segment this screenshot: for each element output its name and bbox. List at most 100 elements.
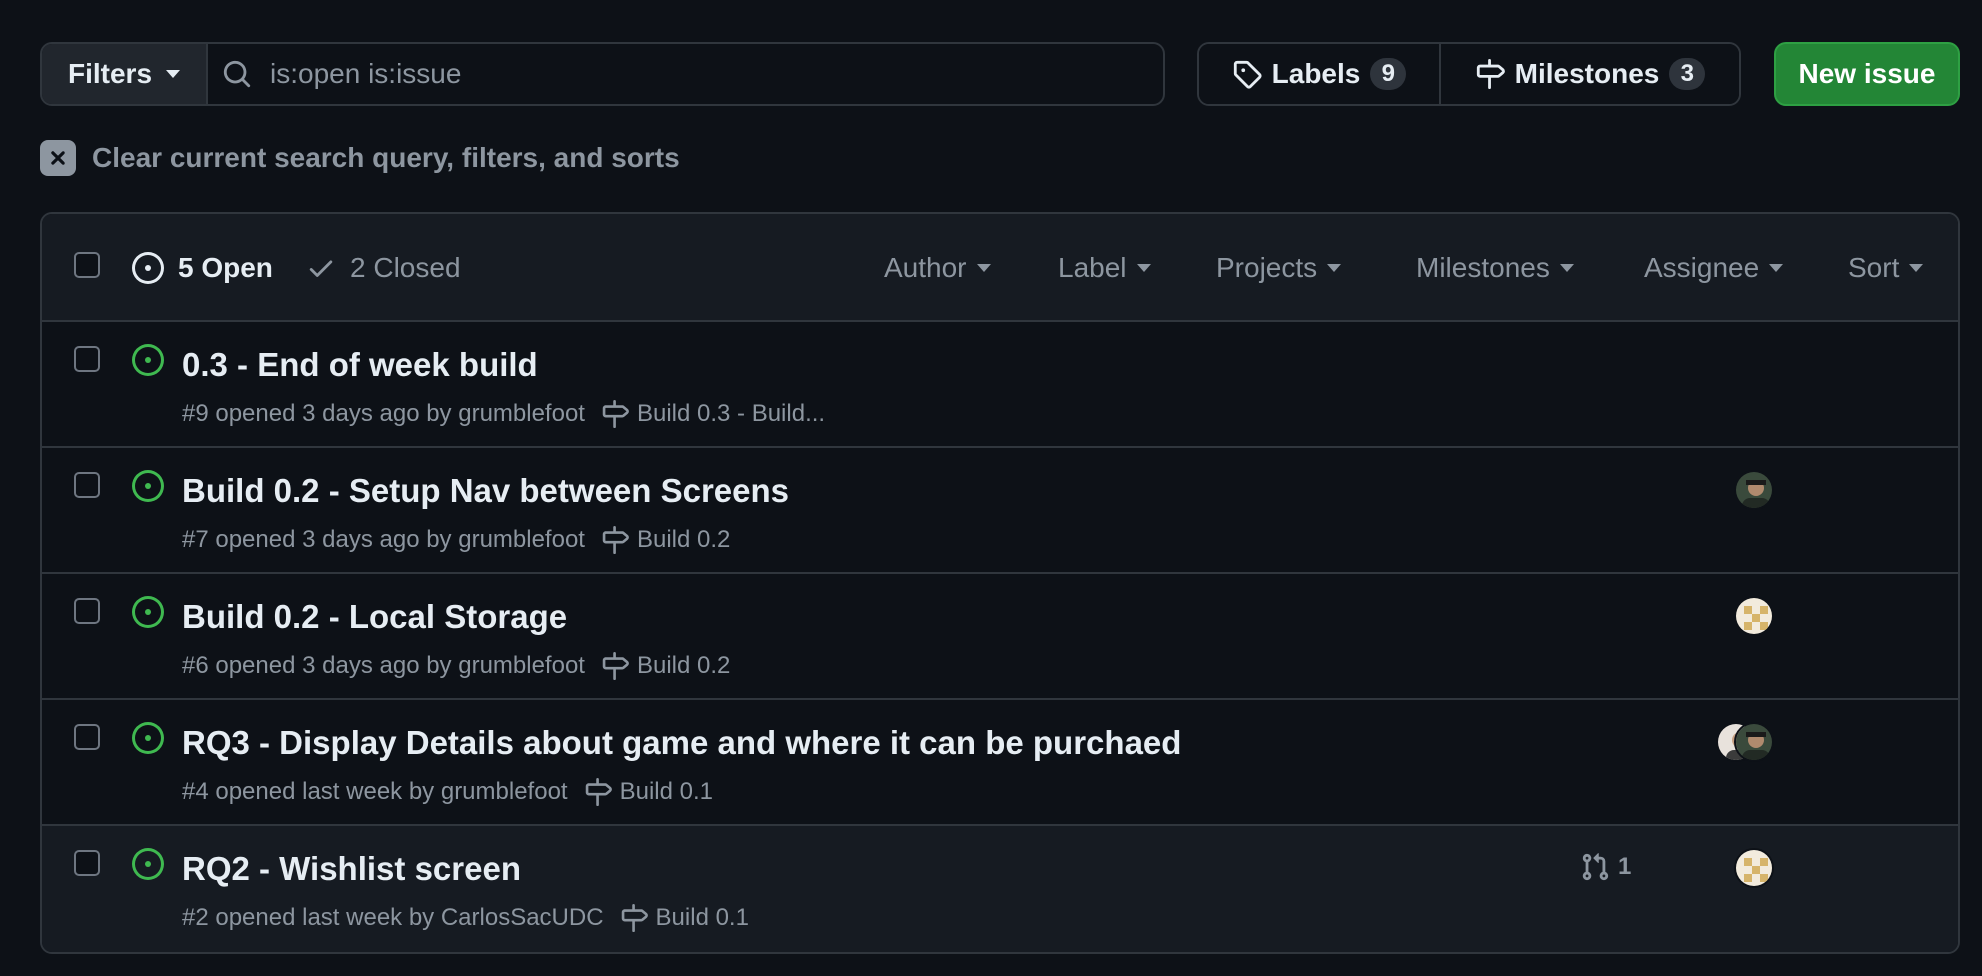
issue-meta-text: #9 opened 3 days ago by grumblefoot — [182, 400, 585, 427]
chevron-down-icon — [166, 70, 181, 78]
issue-meta-text: #6 opened 3 days ago by grumblefoot — [182, 652, 585, 679]
closed-issues-tab[interactable]: 2 Closed — [306, 252, 461, 284]
milestone-icon — [1476, 59, 1505, 89]
issue-meta: #2 opened last week by CarlosSacUDC Buil… — [182, 904, 749, 932]
issue-meta-text: #4 opened last week by grumblefoot — [182, 778, 568, 805]
issue-row: Build 0.2 - Local Storage #6 opened 3 da… — [42, 574, 1958, 700]
open-issues-label: 5 Open — [178, 252, 273, 283]
milestone-icon — [602, 526, 629, 554]
issue-title-link[interactable]: 0.3 - End of week build — [182, 346, 538, 384]
labels-count-badge: 9 — [1370, 58, 1407, 90]
open-issues-tab[interactable]: 5 Open — [132, 252, 273, 284]
assignee-avatar[interactable] — [1734, 596, 1774, 636]
milestone-icon — [602, 400, 629, 428]
clear-query-label: Clear current search query, filters, and… — [92, 142, 680, 173]
issue-milestone-link[interactable]: Build 0.2 — [601, 526, 730, 554]
issue-title-link[interactable]: Build 0.2 - Local Storage — [182, 598, 567, 636]
issue-meta-text: #2 opened last week by CarlosSacUDC — [182, 904, 604, 931]
milestones-count-badge: 3 — [1669, 58, 1706, 90]
sort-filter-label: Sort — [1848, 252, 1900, 283]
issue-checkbox[interactable] — [74, 598, 100, 624]
issue-opened-icon — [132, 848, 164, 880]
issue-milestone-link[interactable]: Build 0.1 — [620, 904, 749, 932]
issue-row: Build 0.2 - Setup Nav between Screens #7… — [42, 448, 1958, 574]
milestone-icon — [602, 652, 629, 680]
projects-filter[interactable]: Projects — [1216, 252, 1342, 284]
milestones-label: Milestones — [1514, 58, 1660, 89]
chevron-down-icon — [1769, 264, 1784, 272]
issue-meta-text: #7 opened 3 days ago by grumblefoot — [182, 526, 585, 553]
filters-button[interactable]: Filters — [42, 44, 208, 104]
filter-search-group: Filters — [40, 42, 1165, 106]
search-icon — [223, 60, 251, 88]
closed-issues-label: 2 Closed — [350, 252, 461, 283]
issue-checkbox[interactable] — [74, 850, 100, 876]
select-all-checkbox[interactable] — [74, 252, 100, 278]
issue-opened-icon — [132, 252, 164, 284]
assignee-avatar[interactable] — [1734, 848, 1774, 888]
linked-pr-count: 1 — [1618, 853, 1632, 880]
labels-label: Labels — [1271, 58, 1361, 89]
new-issue-button[interactable]: New issue — [1774, 42, 1960, 106]
filters-label: Filters — [67, 58, 153, 89]
issue-milestone-link[interactable]: Build 0.3 - Build... — [601, 400, 825, 428]
assignee-avatar[interactable] — [1734, 722, 1774, 762]
issue-opened-icon — [132, 596, 164, 628]
check-icon — [309, 260, 333, 277]
issue-milestone-label: Build 0.2 — [636, 652, 731, 679]
issue-opened-icon — [132, 470, 164, 502]
chevron-down-icon — [1327, 264, 1342, 272]
milestones-button[interactable]: Milestones 3 — [1441, 44, 1739, 104]
issues-list: 5 Open 2 Closed Author Label Projects Mi… — [40, 212, 1960, 954]
issue-checkbox[interactable] — [74, 472, 100, 498]
chevron-down-icon — [976, 264, 991, 272]
clear-query-link[interactable]: Clear current search query, filters, and… — [40, 140, 680, 176]
issue-meta: #6 opened 3 days ago by grumblefoot Buil… — [182, 652, 730, 680]
author-filter[interactable]: Author — [884, 252, 991, 284]
issue-row: 0.3 - End of week build #9 opened 3 days… — [42, 322, 1958, 448]
chevron-down-icon — [1909, 264, 1924, 272]
labels-button[interactable]: Labels 9 — [1199, 44, 1441, 104]
milestones-filter[interactable]: Milestones — [1416, 252, 1574, 284]
sort-filter[interactable]: Sort — [1848, 252, 1924, 284]
close-icon — [40, 140, 76, 176]
labels-milestones-group: Labels 9 Milestones 3 — [1197, 42, 1741, 106]
issue-row: RQ3 - Display Details about game and whe… — [42, 700, 1958, 826]
issue-milestone-link[interactable]: Build 0.2 — [601, 652, 730, 680]
milestone-icon — [621, 904, 648, 932]
assignee-filter-label: Assignee — [1644, 252, 1760, 283]
milestone-icon — [585, 778, 612, 806]
issue-row: RQ2 - Wishlist screen #2 opened last wee… — [42, 826, 1958, 952]
issue-meta: #7 opened 3 days ago by grumblefoot Buil… — [182, 526, 730, 554]
issue-checkbox[interactable] — [74, 346, 100, 372]
projects-filter-label: Projects — [1216, 252, 1318, 283]
issue-meta: #9 opened 3 days ago by grumblefoot Buil… — [182, 400, 825, 428]
tag-icon — [1233, 60, 1262, 89]
chevron-down-icon — [1136, 264, 1151, 272]
assignee-filter[interactable]: Assignee — [1644, 252, 1784, 284]
issue-title-link[interactable]: RQ2 - Wishlist screen — [182, 850, 521, 888]
issue-milestone-label: Build 0.3 - Build... — [636, 400, 826, 427]
issues-toolbar: Filters Labels 9 Milestones 3 New issue — [40, 42, 1960, 106]
issue-milestone-label: Build 0.1 — [655, 904, 749, 931]
chevron-down-icon — [1559, 264, 1574, 272]
issues-list-header: 5 Open 2 Closed Author Label Projects Mi… — [42, 214, 1958, 322]
issue-checkbox[interactable] — [74, 724, 100, 750]
issue-milestone-link[interactable]: Build 0.1 — [584, 778, 713, 806]
issue-milestone-label: Build 0.2 — [636, 526, 731, 553]
label-filter-label: Label — [1058, 252, 1127, 283]
issue-milestone-label: Build 0.1 — [619, 778, 713, 805]
pull-request-icon — [1582, 853, 1609, 881]
linked-pull-request-link[interactable]: 1 — [1580, 852, 1631, 882]
assignee-avatar[interactable] — [1734, 470, 1774, 510]
label-filter[interactable]: Label — [1058, 252, 1151, 284]
author-filter-label: Author — [884, 252, 967, 283]
issue-opened-icon — [132, 344, 164, 376]
milestones-filter-label: Milestones — [1416, 252, 1550, 283]
issue-title-link[interactable]: Build 0.2 - Setup Nav between Screens — [182, 472, 789, 510]
issue-meta: #4 opened last week by grumblefoot Build… — [182, 778, 713, 806]
search-input[interactable] — [270, 58, 1163, 90]
search-box — [208, 44, 1163, 104]
issue-opened-icon — [132, 722, 164, 754]
issue-title-link[interactable]: RQ3 - Display Details about game and whe… — [182, 724, 1181, 762]
